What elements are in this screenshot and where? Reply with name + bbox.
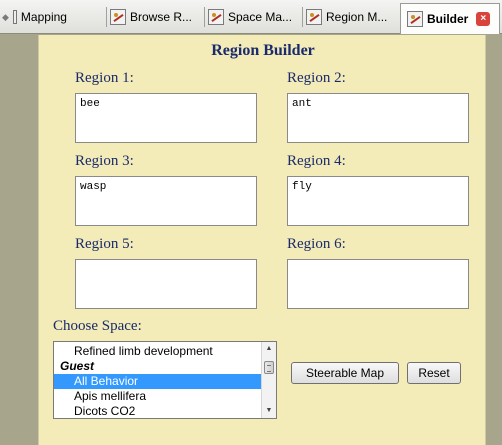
page-title: Region Builder [211, 42, 315, 59]
choose-space-label: Choose Space: [53, 318, 142, 334]
tab-browse-regions[interactable]: Browse R... [106, 4, 193, 30]
space-listbox[interactable]: Refined limb development Guest All Behav… [53, 341, 277, 419]
tab-label: Builder [427, 12, 469, 26]
region-1-label: Region 1: [75, 70, 134, 86]
mapping-icon [12, 10, 17, 24]
region-4-field[interactable]: fly [287, 176, 469, 226]
tab-scroll-arrows-icon[interactable]: ◆ [2, 12, 9, 23]
region-2-label: Region 2: [287, 70, 346, 86]
steerable-map-button[interactable]: Steerable Map [291, 362, 399, 384]
tab-bar: ◆ Mapping Browse R... Space Ma... Region… [0, 0, 502, 34]
list-group-header: Guest [60, 359, 95, 373]
scroll-down-icon[interactable]: ▼ [262, 404, 276, 418]
space-list: Refined limb development Guest All Behav… [54, 344, 262, 418]
tab-label: Mapping [20, 10, 67, 24]
region-5-label: Region 5: [75, 236, 134, 252]
list-item[interactable]: Refined limb development [54, 344, 262, 359]
list-item-selected[interactable]: All Behavior [54, 374, 262, 389]
tab-builder[interactable]: Builder × [400, 3, 500, 34]
tab-label: Region M... [326, 10, 388, 24]
list-item[interactable]: Dicots CO2 [54, 404, 262, 418]
tab-mapping[interactable]: ◆ Mapping [2, 4, 67, 30]
list-item[interactable]: Apis mellifera [54, 389, 262, 404]
region-3-field[interactable]: wasp [75, 176, 257, 226]
scroll-up-icon[interactable]: ▲ [262, 342, 276, 356]
region-icon [306, 9, 322, 25]
scroll-thumb[interactable] [264, 361, 274, 374]
tab-label: Browse R... [130, 10, 193, 24]
region-2-field[interactable]: ant [287, 93, 469, 143]
tab-space-manager[interactable]: Space Ma... [204, 4, 293, 30]
tab-region-manager[interactable]: Region M... [302, 4, 388, 30]
region-6-field[interactable] [287, 259, 469, 309]
tab-label: Space Ma... [228, 10, 293, 24]
reset-button[interactable]: Reset [407, 362, 461, 384]
region-4-label: Region 4: [287, 153, 346, 169]
scrollbar[interactable]: ▲ ▼ [261, 342, 276, 418]
region-3-label: Region 3: [75, 153, 134, 169]
region-icon [407, 11, 423, 27]
tab-separator [204, 7, 205, 27]
region-icon [110, 9, 126, 25]
region-5-field[interactable] [75, 259, 257, 309]
tab-separator [106, 7, 107, 27]
region-1-field[interactable]: bee [75, 93, 257, 143]
region-6-label: Region 6: [287, 236, 346, 252]
region-builder-panel: Region Builder Region 1: bee Region 2: a… [38, 35, 486, 445]
close-icon[interactable]: × [476, 12, 491, 26]
tab-separator [302, 7, 303, 27]
region-icon [208, 9, 224, 25]
